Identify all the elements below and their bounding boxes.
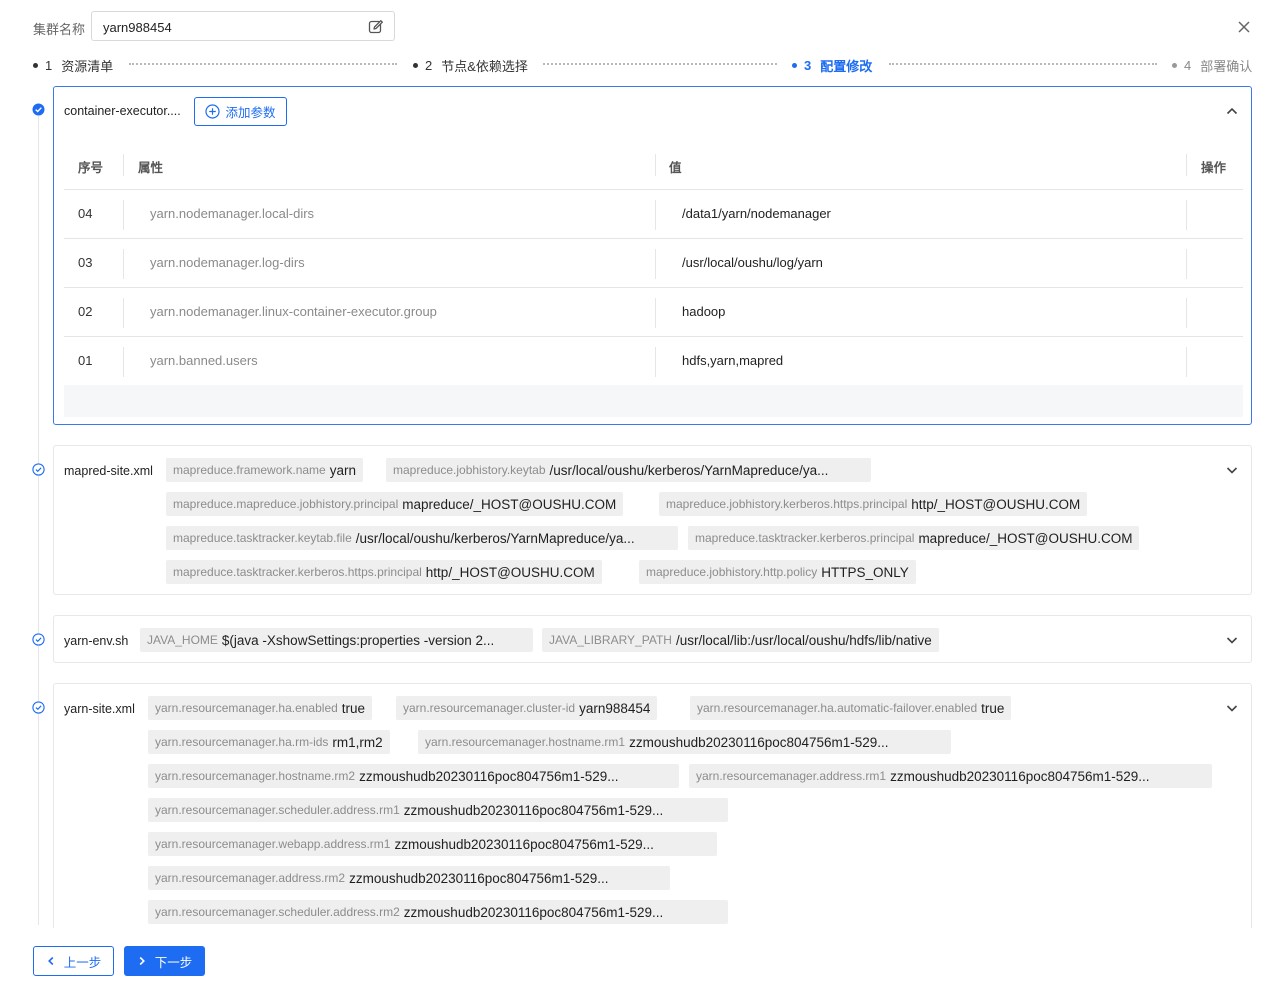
config-tag: mapreduce.jobhistory.http.policy HTTPS_ON… bbox=[639, 560, 916, 584]
config-tag: mapreduce.jobhistory.keytab/usr/local/ou… bbox=[386, 458, 871, 482]
chevron-up-icon[interactable] bbox=[1225, 104, 1239, 118]
config-tag: yarn.resourcemanager.address.rm1 zzmoushu… bbox=[689, 764, 1212, 788]
check-circle-icon bbox=[32, 633, 45, 646]
timeline-line bbox=[38, 113, 39, 925]
prev-label: 上一步 bbox=[63, 955, 102, 970]
card-title[interactable]: container-executor.... bbox=[64, 104, 181, 118]
config-tag: yarn.resourcemanager.cluster-id yarn98845… bbox=[396, 696, 658, 720]
step-label: 配置修改 bbox=[820, 59, 873, 74]
cluster-name-label: 集群名称 bbox=[33, 22, 86, 37]
config-tag: yarn.resourcemanager.address.rm2 zzmoushu… bbox=[148, 866, 670, 890]
config-table: 序号 属性 值 操作 04 yarn.nodemanager.local-dir… bbox=[64, 139, 1243, 417]
step-label: 节点&依赖选择 bbox=[441, 59, 528, 74]
check-circle-icon bbox=[32, 701, 45, 714]
config-tag: yarn.resourcemanager.ha.automatic-failov… bbox=[690, 696, 1012, 720]
config-tag: mapreduce.tasktracker.keytab.file/usr/lo… bbox=[166, 526, 678, 550]
prev-button[interactable]: 上一步 bbox=[33, 946, 114, 976]
edit-icon[interactable] bbox=[368, 19, 384, 35]
chevron-right-icon bbox=[139, 956, 145, 966]
card-title[interactable]: yarn-env.sh bbox=[64, 634, 128, 648]
next-button[interactable]: 下一步 bbox=[124, 946, 205, 976]
table-header: 序号 属性 值 操作 bbox=[64, 139, 1243, 190]
step-label: 资源清单 bbox=[61, 59, 114, 74]
step-label: 部署确认 bbox=[1200, 59, 1253, 74]
config-tag: JAVA_HOME $(java -XshowSettings:propertie… bbox=[140, 628, 533, 652]
col-no: 序号 bbox=[78, 161, 104, 175]
next-label: 下一步 bbox=[154, 955, 193, 970]
config-tag: yarn.resourcemanager.scheduler.address.r… bbox=[148, 798, 728, 822]
config-tag: yarn.resourcemanager.webapp.address.rm1 z… bbox=[148, 832, 717, 856]
config-tag: JAVA_LIBRARY_PATH/usr/local/lib:/usr/loc… bbox=[542, 628, 939, 652]
add-param-label: 添加参数 bbox=[225, 106, 276, 120]
table-row[interactable]: 04 yarn.nodemanager.local-dirs /data1/ya… bbox=[64, 190, 1243, 239]
config-card-mapred-site: mapred-site.xml mapreduce.framework.name… bbox=[53, 445, 1252, 595]
plus-circle-icon bbox=[205, 104, 221, 119]
table-row[interactable]: 03 yarn.nodemanager.log-dirs /usr/local/… bbox=[64, 239, 1243, 288]
config-tag: mapreduce.tasktracker.kerberos.principal… bbox=[688, 526, 1140, 550]
card-title[interactable]: mapred-site.xml bbox=[64, 464, 153, 478]
chevron-down-icon[interactable] bbox=[1225, 463, 1239, 477]
config-tag: yarn.resourcemanager.hostname.rm1 zzmoush… bbox=[418, 730, 951, 754]
chevron-down-icon[interactable] bbox=[1225, 701, 1239, 715]
table-row[interactable]: 02 yarn.nodemanager.linux-container-exec… bbox=[64, 288, 1243, 337]
card-title[interactable]: yarn-site.xml bbox=[64, 702, 135, 716]
col-action: 操作 bbox=[1201, 161, 1227, 175]
config-tag: mapreduce.jobhistory.kerberos.https.prin… bbox=[659, 492, 1088, 516]
config-card-container-executor: container-executor.... 添加参数 序号 属性 值 操作 0… bbox=[53, 86, 1252, 425]
step-4[interactable]: 4 部署确认 bbox=[1172, 56, 1252, 75]
table-footer bbox=[64, 385, 1243, 417]
config-tag: yarn.resourcemanager.scheduler.address.r… bbox=[148, 900, 728, 924]
config-tag: yarn.resourcemanager.ha.rm-ids rm1,rm2 bbox=[148, 730, 390, 754]
config-card-yarn-env: yarn-env.sh JAVA_HOME $(java -XshowSettin… bbox=[53, 615, 1252, 663]
chevron-left-icon bbox=[47, 956, 54, 966]
config-tag: mapreduce.tasktracker.kerberos.https.pri… bbox=[166, 560, 602, 584]
table-row[interactable]: 01 yarn.banned.users hdfs,yarn,mapred bbox=[64, 337, 1243, 385]
step-3[interactable]: 3 配置修改 bbox=[792, 56, 872, 75]
chevron-down-icon[interactable] bbox=[1225, 633, 1239, 647]
step-connector bbox=[889, 63, 1157, 65]
config-tag: yarn.resourcemanager.hostname.rm2 zzmoush… bbox=[148, 764, 679, 788]
check-circle-icon bbox=[32, 463, 45, 476]
config-tag: mapreduce.framework.name yarn bbox=[166, 458, 363, 482]
add-param-button[interactable]: 添加参数 bbox=[194, 97, 287, 126]
step-connector bbox=[543, 63, 777, 65]
cluster-name-field[interactable]: yarn988454 bbox=[91, 11, 395, 41]
col-value: 值 bbox=[669, 161, 682, 175]
check-circle-filled-icon bbox=[32, 103, 45, 116]
step-2[interactable]: 2 节点&依赖选择 bbox=[413, 56, 528, 75]
step-connector bbox=[129, 63, 397, 65]
close-icon[interactable] bbox=[1236, 19, 1252, 35]
col-key: 属性 bbox=[138, 161, 164, 175]
config-tag: yarn.resourcemanager.ha.enabled true bbox=[148, 696, 373, 720]
config-tag: mapreduce.mapreduce.jobhistory.principal… bbox=[166, 492, 624, 516]
step-1[interactable]: 1 资源清单 bbox=[33, 56, 113, 75]
cluster-name-value: yarn988454 bbox=[103, 20, 172, 35]
config-card-yarn-site: yarn-site.xml yarn.resourcemanager.ha.en… bbox=[53, 683, 1252, 943]
